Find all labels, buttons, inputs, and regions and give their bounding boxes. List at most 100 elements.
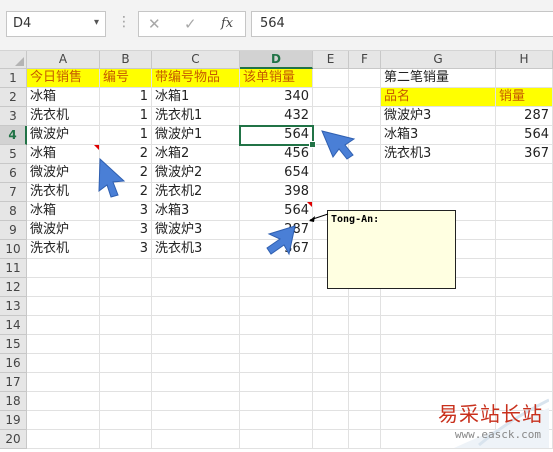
cell[interactable]	[349, 411, 381, 430]
table-cell[interactable]: 1	[100, 107, 152, 126]
cell[interactable]	[240, 259, 313, 278]
row-header-14[interactable]: 14	[0, 316, 27, 335]
cell[interactable]	[349, 107, 381, 126]
table-header-cell[interactable]: 今日销售	[27, 69, 100, 88]
table-header-cell[interactable]: 带编号物品	[152, 69, 240, 88]
row-header-6[interactable]: 6	[0, 164, 27, 183]
select-all-button[interactable]	[0, 51, 27, 69]
cell[interactable]	[100, 335, 152, 354]
table-cell[interactable]: 冰箱1	[152, 88, 240, 107]
row-header-12[interactable]: 12	[0, 278, 27, 297]
table-cell[interactable]: 冰箱3	[152, 202, 240, 221]
cell[interactable]	[349, 164, 381, 183]
table-cell[interactable]: 1	[100, 126, 152, 145]
row-header-15[interactable]: 15	[0, 335, 27, 354]
row-header-8[interactable]: 8	[0, 202, 27, 221]
side-table-cell[interactable]: 微波炉3	[381, 107, 496, 126]
row-header-11[interactable]: 11	[0, 259, 27, 278]
cell[interactable]	[152, 316, 240, 335]
cell[interactable]	[349, 183, 381, 202]
cell[interactable]	[152, 278, 240, 297]
enter-check-icon[interactable]: ✓	[184, 15, 197, 33]
cell[interactable]	[100, 373, 152, 392]
column-header-g[interactable]: G	[381, 51, 496, 69]
cell[interactable]	[313, 88, 349, 107]
cell[interactable]	[152, 373, 240, 392]
side-table-header-cell[interactable]: 品名	[381, 88, 496, 107]
cell[interactable]	[496, 354, 553, 373]
cell[interactable]	[313, 107, 349, 126]
table-cell[interactable]: 冰箱	[27, 202, 100, 221]
insert-function-icon[interactable]: fx	[221, 16, 233, 31]
cell[interactable]	[349, 335, 381, 354]
row-header-20[interactable]: 20	[0, 430, 27, 449]
cell[interactable]	[240, 354, 313, 373]
cell[interactable]	[27, 392, 100, 411]
cell[interactable]	[349, 392, 381, 411]
cell[interactable]	[100, 259, 152, 278]
cell[interactable]	[27, 259, 100, 278]
cancel-icon[interactable]: ✕	[148, 15, 161, 33]
cell[interactable]	[240, 297, 313, 316]
cell[interactable]	[100, 354, 152, 373]
row-header-1[interactable]: 1	[0, 69, 27, 88]
cell[interactable]	[27, 430, 100, 449]
table-cell[interactable]: 微波炉	[27, 164, 100, 183]
row-header-10[interactable]: 10	[0, 240, 27, 259]
cell[interactable]	[349, 69, 381, 88]
table-cell[interactable]: 432	[240, 107, 313, 126]
cell[interactable]	[240, 278, 313, 297]
cell[interactable]	[27, 335, 100, 354]
cell[interactable]	[496, 297, 553, 316]
cell[interactable]	[240, 373, 313, 392]
cell[interactable]	[349, 373, 381, 392]
table-cell[interactable]: 564	[240, 202, 313, 221]
cell[interactable]	[313, 335, 349, 354]
cell[interactable]	[313, 354, 349, 373]
formula-input[interactable]: 564	[251, 11, 553, 37]
cell[interactable]	[240, 392, 313, 411]
cell[interactable]	[152, 392, 240, 411]
cell[interactable]	[100, 316, 152, 335]
side-table-cell[interactable]: 564	[496, 126, 553, 145]
column-header-d[interactable]: D	[240, 51, 313, 69]
table-cell[interactable]: 洗衣机	[27, 240, 100, 259]
table-cell[interactable]: 洗衣机1	[152, 107, 240, 126]
table-cell[interactable]: 冰箱	[27, 145, 100, 164]
cell[interactable]	[100, 411, 152, 430]
cell[interactable]	[496, 240, 553, 259]
column-header-h[interactable]: H	[496, 51, 553, 69]
table-cell[interactable]: 456	[240, 145, 313, 164]
column-header-a[interactable]: A	[27, 51, 100, 69]
cell[interactable]	[27, 354, 100, 373]
cell[interactable]	[381, 354, 496, 373]
cell-comment-box[interactable]: Tong-An:	[327, 210, 456, 289]
column-header-c[interactable]: C	[152, 51, 240, 69]
cell[interactable]	[381, 335, 496, 354]
cell[interactable]	[496, 278, 553, 297]
table-cell[interactable]: 洗衣机2	[152, 183, 240, 202]
cell[interactable]	[152, 354, 240, 373]
column-header-e[interactable]: E	[313, 51, 349, 69]
table-cell[interactable]: 洗衣机3	[152, 240, 240, 259]
row-header-3[interactable]: 3	[0, 107, 27, 126]
cell[interactable]	[349, 354, 381, 373]
table-cell[interactable]: 340	[240, 88, 313, 107]
row-header-13[interactable]: 13	[0, 297, 27, 316]
cell[interactable]	[349, 430, 381, 449]
cell[interactable]	[313, 373, 349, 392]
table-cell[interactable]: 3	[100, 221, 152, 240]
cell[interactable]	[496, 69, 553, 88]
row-header-9[interactable]: 9	[0, 221, 27, 240]
cell[interactable]	[240, 411, 313, 430]
cell[interactable]	[100, 430, 152, 449]
cell[interactable]	[496, 183, 553, 202]
cell[interactable]	[313, 316, 349, 335]
cell[interactable]	[381, 316, 496, 335]
cell[interactable]	[349, 88, 381, 107]
table-cell[interactable]: 398	[240, 183, 313, 202]
cell[interactable]	[313, 164, 349, 183]
chevron-down-icon[interactable]: ▾	[94, 17, 99, 28]
cell[interactable]	[240, 316, 313, 335]
cell[interactable]	[313, 69, 349, 88]
